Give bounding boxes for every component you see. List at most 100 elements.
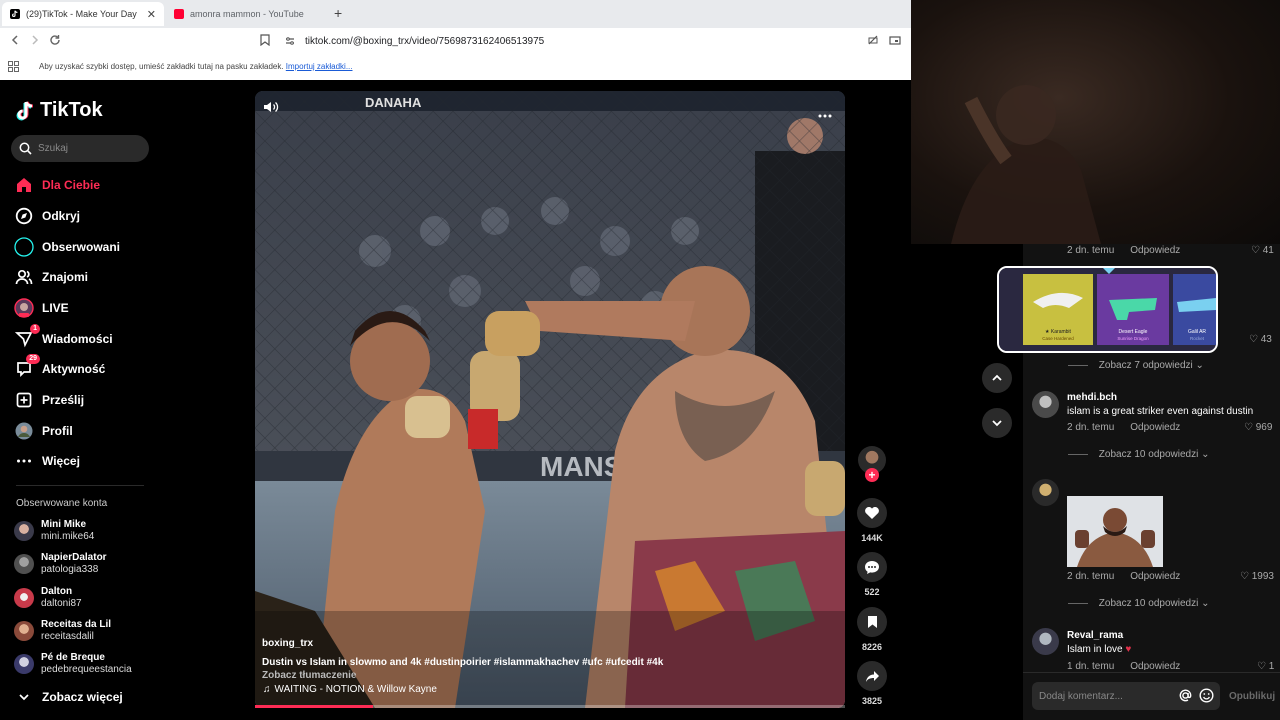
reply-link[interactable]: Odpowiedz <box>1130 661 1180 670</box>
youtube-favicon-icon <box>174 9 184 19</box>
video-frame: MANSO DANAHA <box>255 91 845 708</box>
comment-username[interactable]: Reval_rama <box>1067 630 1123 641</box>
tab-youtube[interactable]: amonra mammon - YouTube <box>166 2 326 26</box>
share-icon <box>857 661 887 691</box>
nav-following[interactable]: Obserwowani <box>14 236 120 258</box>
forward-icon[interactable] <box>27 34 43 49</box>
nav-more[interactable]: Więcej <box>14 450 80 472</box>
next-video-button[interactable] <box>982 408 1012 438</box>
share-button[interactable]: 3825 <box>856 661 888 706</box>
tracking-off-icon[interactable] <box>865 34 881 49</box>
save-button[interactable]: 8226 <box>856 607 888 652</box>
bookmarks-bar: Aby uzyskać szybki dostęp, umieść zakład… <box>0 56 911 80</box>
save-count: 8226 <box>861 642 883 652</box>
view-replies-link[interactable]: Zobacz 7 odpowiedzi ⌄ <box>1068 360 1204 371</box>
view-replies-label: Zobacz 10 odpowiedzi <box>1098 598 1199 609</box>
comment-like[interactable]: ♡ 969 <box>1244 422 1272 433</box>
comment-like[interactable]: ♡ 1 <box>1257 661 1274 670</box>
followed-account[interactable]: Dalton daltoni87 <box>14 584 82 612</box>
comment-username[interactable]: mehdi.bch <box>1067 392 1117 403</box>
followed-account[interactable]: NapierDalator patologia338 <box>14 550 107 578</box>
reply-link[interactable]: Odpowiedz <box>1130 245 1180 256</box>
cast-icon[interactable] <box>887 34 903 49</box>
video-caption: Dustin vs Islam in slowmo and 4k #dustin… <box>262 657 664 668</box>
comment-like[interactable]: ♡ 41 <box>1251 245 1274 256</box>
avatar[interactable] <box>1032 391 1059 418</box>
nav-explore[interactable]: Odkryj <box>14 205 80 227</box>
home-icon <box>14 175 34 195</box>
avatar[interactable] <box>1032 628 1059 655</box>
video-more-icon[interactable] <box>818 105 832 123</box>
account-handle: pedebrequeestancia <box>41 664 132 675</box>
tiktok-logo[interactable]: TikTok <box>16 99 103 122</box>
skin-variant: Rocket <box>1190 336 1205 341</box>
followed-account[interactable]: Receitas da Lil receitasdalil <box>14 617 111 645</box>
followed-account[interactable]: Mini Mike mini.mike64 <box>14 517 94 545</box>
back-icon[interactable] <box>7 34 23 49</box>
comment-photo[interactable] <box>1067 496 1163 567</box>
close-tab-icon[interactable]: ✕ <box>147 8 156 21</box>
creator-avatar-button[interactable]: + <box>856 446 888 482</box>
like-button[interactable]: 144K <box>856 498 888 543</box>
red-heart-icon: ♥ <box>1125 644 1132 655</box>
comment-text-row: Islam in love ♥ <box>1067 644 1131 655</box>
reload-icon[interactable] <box>47 34 63 49</box>
avatar[interactable] <box>1032 479 1059 506</box>
reply-link[interactable]: Odpowiedz <box>1130 571 1180 582</box>
video-author[interactable]: boxing_trx <box>262 638 313 649</box>
avatar <box>14 521 34 541</box>
video-player[interactable]: MANSO DANAHA boxing_trx Dustin vs Islam … <box>255 91 845 708</box>
nav-label: Profil <box>42 424 73 438</box>
reply-link[interactable]: Odpowiedz <box>1130 422 1180 433</box>
compass-icon <box>14 206 34 226</box>
video-music[interactable]: ♫ WAITING - NOTION & Willow Kayne <box>263 684 437 695</box>
nav-live[interactable]: LIVE <box>14 297 69 319</box>
nav-activity[interactable]: 29 Aktywność <box>14 354 105 380</box>
import-bookmarks-link[interactable]: Importuj zakładki... <box>286 62 353 71</box>
tab-tiktok[interactable]: (29)TikTok - Make Your Day ✕ <box>2 2 164 26</box>
heart-outline-icon: ♡ <box>1251 245 1260 256</box>
view-replies-label: Zobacz 7 odpowiedzi <box>1098 360 1193 371</box>
comment-count: 522 <box>864 587 880 597</box>
logo-text: TikTok <box>40 99 103 121</box>
comment-time: 1 dn. temu <box>1067 661 1115 670</box>
avatar <box>14 588 34 608</box>
share-count: 3825 <box>861 696 883 706</box>
new-tab-button[interactable]: + <box>334 5 342 21</box>
previous-video-button[interactable] <box>982 363 1012 393</box>
video-progress-bar[interactable] <box>255 705 845 708</box>
comment-like[interactable]: ♡ 1993 <box>1240 571 1274 582</box>
volume-icon[interactable] <box>263 100 279 119</box>
browser-chrome: (29)TikTok - Make Your Day ✕ amonra mamm… <box>0 0 911 80</box>
follow-plus-icon[interactable]: + <box>865 468 879 482</box>
see-more-accounts[interactable]: Zobacz więcej <box>14 686 123 708</box>
comment-like[interactable]: ♡ 43 <box>1249 334 1272 345</box>
view-replies-link[interactable]: Zobacz 10 odpowiedzi ⌄ <box>1068 449 1210 460</box>
bookmark-icon[interactable] <box>257 34 273 49</box>
mention-icon[interactable] <box>1178 688 1193 708</box>
nav-label: Dla Ciebie <box>42 178 101 192</box>
comment-image-card[interactable]: ★ Karambit Case Hardened Desert Eagle Su… <box>997 266 1218 353</box>
view-replies-link[interactable]: Zobacz 10 odpowiedzi ⌄ <box>1068 598 1210 609</box>
nav-friends[interactable]: Znajomi <box>14 266 88 288</box>
address-bar-url[interactable]: tiktok.com/@boxing_trx/video/75698731624… <box>305 36 544 47</box>
see-translation-link[interactable]: Zobacz tłumaczenie <box>262 670 356 681</box>
nav-for-you[interactable]: Dla Ciebie <box>14 174 100 196</box>
nav-messages[interactable]: 1 Wiadomości <box>14 324 113 350</box>
comment-meta: 2 dn. temu Odpowiedz <box>1067 571 1180 582</box>
site-info-icon[interactable] <box>282 34 298 49</box>
nav-upload[interactable]: Prześlij <box>14 389 84 411</box>
comment-button[interactable]: 522 <box>856 552 888 597</box>
search-input[interactable]: Szukaj <box>11 135 149 162</box>
apps-grid-icon[interactable] <box>8 61 19 74</box>
nav-profile[interactable]: Profil <box>14 420 73 442</box>
avatar <box>14 654 34 674</box>
account-name: NapierDalator <box>41 552 107 563</box>
post-comment-button[interactable]: Opublikuj <box>1229 691 1275 702</box>
emoji-icon[interactable] <box>1199 688 1214 708</box>
skin-name: Galil AR <box>1188 329 1206 335</box>
comment-like-count: 969 <box>1255 422 1273 433</box>
followed-account[interactable]: Pé de Breque pedebrequeestancia <box>14 650 132 678</box>
comment-icon <box>857 552 887 582</box>
tab-strip: (29)TikTok - Make Your Day ✕ amonra mamm… <box>0 0 911 28</box>
